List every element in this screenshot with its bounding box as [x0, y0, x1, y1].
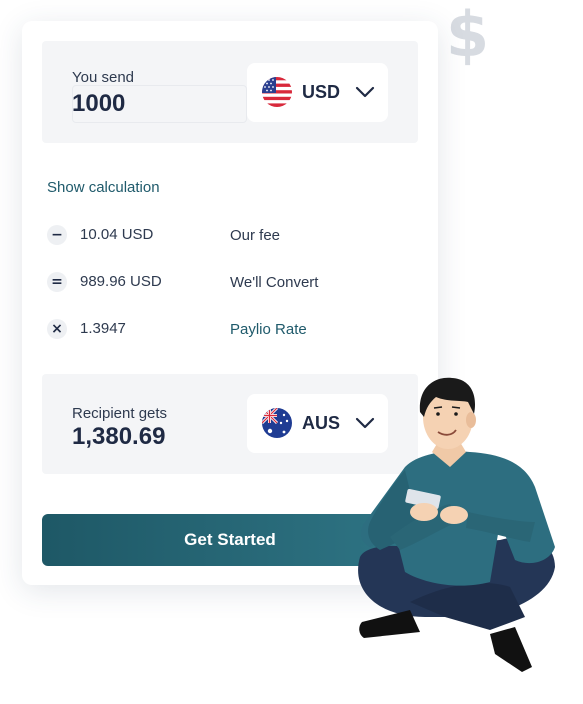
- fee-label: Our fee: [230, 227, 281, 244]
- send-amount-value[interactable]: 1000: [72, 90, 125, 118]
- receive-label: Recipient gets: [72, 405, 168, 422]
- fee-row: − 10.04 USD Our fee: [47, 224, 407, 248]
- chevron-down-icon: [355, 86, 375, 98]
- rate-link[interactable]: Paylio Rate: [230, 321, 307, 338]
- dollar-sign-icon: $: [446, 0, 490, 71]
- us-flag-icon: [262, 77, 292, 107]
- rate-value: 1.3947: [80, 320, 126, 337]
- convert-row: = 989.96 USD We'll Convert: [47, 271, 407, 295]
- send-currency-select[interactable]: USD: [247, 63, 388, 122]
- multiply-icon: ×: [47, 319, 67, 339]
- receive-amount-value: 1,380.69: [72, 423, 166, 450]
- convert-value: 989.96 USD: [80, 273, 162, 290]
- receive-currency-code: AUS: [302, 413, 341, 433]
- equals-icon: =: [47, 272, 67, 292]
- fee-value: 10.04 USD: [80, 226, 154, 243]
- person-illustration: [358, 377, 555, 672]
- australia-flag-icon: [262, 408, 292, 438]
- show-calculation-link[interactable]: Show calculation: [47, 179, 160, 196]
- send-label: You send: [72, 69, 135, 86]
- rate-row: × 1.3947 Paylio Rate: [47, 318, 407, 342]
- minus-icon: −: [47, 225, 67, 245]
- convert-label: We'll Convert: [230, 274, 319, 291]
- send-currency-code: USD: [302, 82, 341, 102]
- send-panel: You send 1000 USD: [42, 41, 418, 143]
